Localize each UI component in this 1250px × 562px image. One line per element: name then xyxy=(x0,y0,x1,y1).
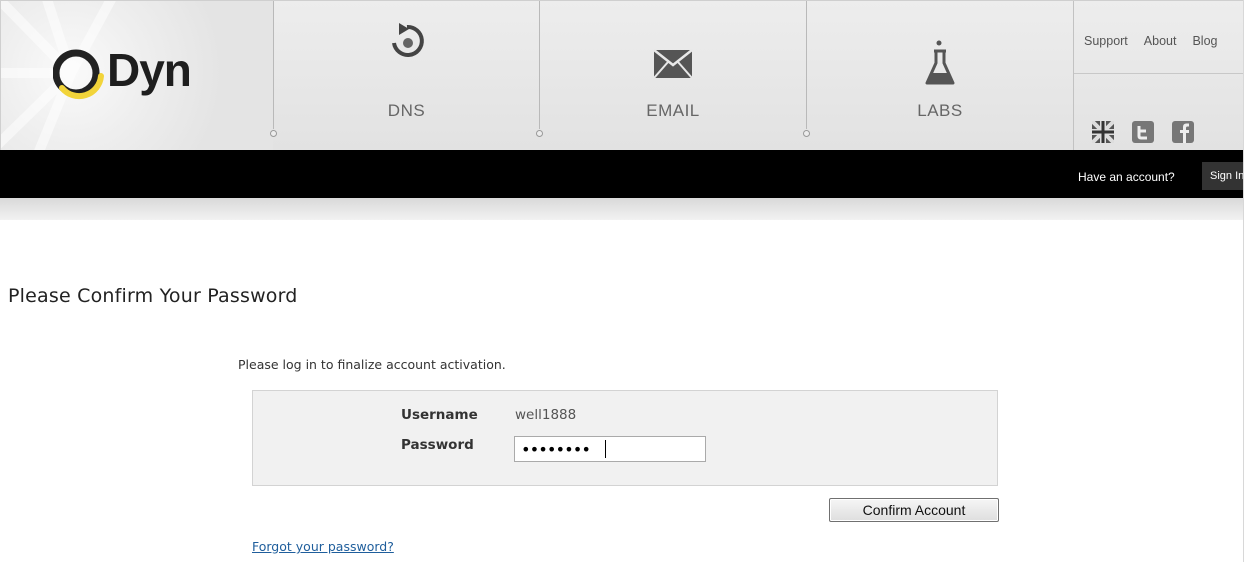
support-link[interactable]: Support xyxy=(1084,34,1128,48)
intro-text: Please log in to finalize account activa… xyxy=(238,357,506,372)
password-label: Password xyxy=(401,437,474,453)
nav-item-labs[interactable]: LABS xyxy=(807,1,1073,151)
password-input[interactable] xyxy=(514,436,706,462)
blog-link[interactable]: Blog xyxy=(1192,34,1217,48)
logo-text: Dyn xyxy=(107,44,192,96)
logo-area[interactable]: Dyn xyxy=(1,1,273,151)
confirm-account-button[interactable]: Confirm Account xyxy=(829,498,999,522)
uk-flag-icon[interactable] xyxy=(1092,121,1114,143)
nav-label-labs: LABS xyxy=(917,101,963,120)
username-value: well1888 xyxy=(515,407,577,423)
utility-links-row: Support About Blog xyxy=(1084,34,1233,48)
sign-in-button[interactable]: Sign In xyxy=(1202,162,1243,190)
nav-item-dns[interactable]: DNS xyxy=(274,1,539,151)
username-label: Username xyxy=(401,407,478,423)
envelope-icon xyxy=(653,49,693,79)
site-header: Dyn DNS EMAIL LABS Support About Blog xyxy=(0,0,1244,151)
utility-divider xyxy=(1074,73,1244,74)
nav-label-email: EMAIL xyxy=(646,101,700,120)
about-link[interactable]: About xyxy=(1144,34,1177,48)
nav-label-dns: DNS xyxy=(387,101,426,120)
dyn-logo-icon xyxy=(53,49,104,100)
flask-icon xyxy=(925,40,955,85)
page-title: Please Confirm Your Password xyxy=(8,285,298,307)
login-form: Username well1888 Password xyxy=(252,390,998,486)
facebook-icon[interactable] xyxy=(1172,121,1194,143)
forgot-password-link[interactable]: Forgot your password? xyxy=(252,539,394,554)
utility-links: Support About Blog xyxy=(1073,1,1244,151)
account-bar: Have an account? Sign In xyxy=(0,150,1243,198)
refresh-icon xyxy=(391,23,424,57)
text-caret xyxy=(605,440,606,458)
header-shadow xyxy=(0,198,1243,220)
page-edge xyxy=(1243,0,1250,562)
twitter-icon[interactable] xyxy=(1132,121,1154,143)
nav-item-email[interactable]: EMAIL xyxy=(540,1,806,151)
page: Dyn DNS EMAIL LABS Support About Blog Ha… xyxy=(0,0,1250,562)
have-account-text: Have an account? xyxy=(1078,170,1175,184)
